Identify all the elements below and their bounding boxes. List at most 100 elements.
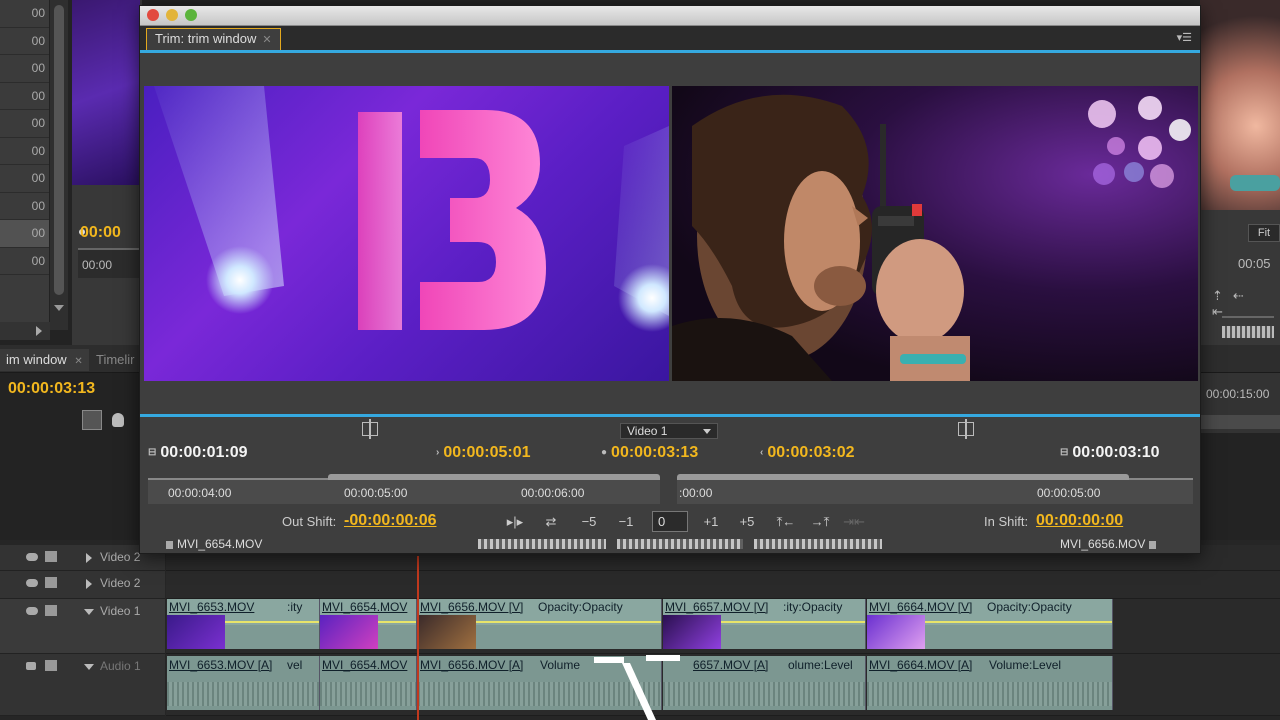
close-icon[interactable]: ✕ — [74, 356, 82, 367]
jog-shuttle-center[interactable] — [617, 539, 743, 549]
in-point-marker-icon[interactable] — [958, 419, 974, 439]
scroll-right-icon[interactable] — [36, 326, 42, 336]
close-window-button[interactable] — [147, 9, 159, 21]
panel-menu-icon[interactable]: ▾☰ — [1177, 31, 1192, 44]
trim-to-out-icon[interactable]: →⤒ — [808, 514, 832, 530]
trim-minus-1-button[interactable]: −1 — [615, 514, 637, 530]
incoming-duration-timecode[interactable]: ⊟ 00:00:03:10 — [1060, 444, 1160, 462]
list-item[interactable]: 00 — [0, 165, 49, 193]
audio-clip[interactable]: MVI_6654.MOV — [320, 656, 417, 710]
source-timecode[interactable]: 00:00 — [80, 224, 121, 242]
clip-effect-label[interactable]: Volume:Level — [989, 658, 1061, 672]
trim-to-in-icon[interactable]: ⤒← — [774, 514, 798, 530]
trim-plus-1-button[interactable]: +1 — [700, 514, 722, 530]
window-titlebar[interactable] — [140, 6, 1200, 26]
film-icon[interactable] — [45, 605, 57, 616]
clip-effect-label[interactable]: Opacity:Opacity — [538, 600, 623, 614]
current-timecode[interactable]: ● 00:00:03:13 — [601, 444, 698, 462]
trim-plus-5-button[interactable]: +5 — [736, 514, 758, 530]
source-time-ruler[interactable]: 00:00 — [78, 248, 140, 278]
minimize-window-button[interactable] — [166, 9, 178, 21]
video-clip[interactable]: MVI_6664.MOV [V] Opacity:Opacity — [867, 599, 1113, 649]
video-clip[interactable]: MVI_6653.MOV :ity — [167, 599, 320, 649]
timeline-playhead[interactable] — [417, 556, 419, 720]
incoming-range-bar[interactable] — [677, 474, 1129, 480]
collapse-icon[interactable] — [84, 664, 94, 670]
tab-trim[interactable]: Trim: trim window ✕ — [146, 28, 281, 50]
film-icon[interactable] — [45, 551, 57, 562]
audio-clip[interactable]: MVI_6653.MOV [A] vel — [167, 656, 320, 710]
timeline-ruler[interactable]: 00:00:15:00 — [1200, 373, 1280, 433]
tab-timeline[interactable]: Timelir — [90, 349, 141, 371]
track-header-video-2[interactable]: Video 2 — [0, 571, 165, 599]
list-item[interactable]: 00 — [0, 248, 49, 275]
eye-icon[interactable] — [26, 579, 38, 587]
video-clip[interactable]: MVI_6657.MOV [V] :ity:Opacity — [663, 599, 866, 649]
list-item[interactable]: 00 — [0, 83, 49, 110]
scrollbar-thumb[interactable] — [54, 5, 64, 295]
outgoing-range-bar[interactable] — [328, 474, 660, 480]
eye-icon[interactable] — [26, 607, 38, 615]
track-header-video-1[interactable]: Video 1 — [0, 599, 165, 654]
clip-effect-label[interactable]: Volume — [540, 658, 580, 672]
list-item[interactable]: 00 — [0, 28, 49, 55]
close-icon[interactable]: ✕ — [262, 30, 271, 50]
list-item[interactable]: 00 — [0, 193, 49, 220]
film-icon[interactable] — [45, 660, 57, 671]
zoom-window-button[interactable] — [185, 9, 197, 21]
program-ruler-label: 00:05 — [1238, 256, 1271, 271]
collapse-icon[interactable] — [84, 609, 94, 615]
eye-icon[interactable] — [26, 553, 38, 561]
trim-minus-5-button[interactable]: −5 — [578, 514, 600, 530]
stage-scene — [154, 86, 669, 332]
loop-icon[interactable]: ⇄ — [540, 514, 562, 530]
out-shift-value[interactable]: -00:00:00:06 — [344, 512, 437, 530]
jog-shuttle-right[interactable] — [754, 539, 882, 549]
list-item[interactable]: 00 — [0, 110, 49, 138]
clip-effect-label[interactable]: vel — [287, 658, 302, 672]
outgoing-time-ruler[interactable]: 00:00:04:00 00:00:05:00 00:00:06:00 — [148, 474, 660, 504]
lightbulb-icon[interactable] — [112, 413, 125, 427]
incoming-clip-frame[interactable] — [672, 86, 1198, 381]
audio-clip[interactable]: MVI_6664.MOV [A] Volume:Level — [867, 656, 1113, 710]
list-item[interactable]: 00 — [0, 55, 49, 83]
tab-label: Trim: trim window — [155, 31, 257, 46]
out-point-marker-icon[interactable] — [362, 419, 378, 439]
track-header-audio-1[interactable]: Audio 1 — [0, 654, 165, 716]
jog-shuttle-left[interactable] — [478, 539, 606, 549]
outgoing-duration-timecode[interactable]: ⊟ 00:00:01:09 — [148, 444, 248, 462]
program-jog-bar[interactable] — [1222, 326, 1274, 338]
list-item[interactable]: 00 — [0, 0, 49, 28]
film-icon[interactable] — [45, 577, 57, 588]
clip-effect-label[interactable]: :ity:Opacity — [783, 600, 842, 614]
incoming-duration-value: 00:00:03:10 — [1072, 444, 1160, 461]
in-point-timecode[interactable]: ‹ 00:00:03:02 — [760, 444, 855, 462]
audio-clip[interactable]: 6657.MOV [A] olume:Level — [663, 656, 866, 710]
horizontal-scrollbar[interactable] — [0, 322, 50, 340]
speaker-icon[interactable] — [26, 662, 36, 670]
list-item-selected[interactable]: 00 — [0, 220, 49, 248]
zoom-fit-dropdown[interactable]: Fit — [1248, 224, 1280, 242]
video-track-select[interactable]: Video 1 — [620, 423, 718, 439]
list-item[interactable]: 00 — [0, 138, 49, 165]
clip-effect-label[interactable]: Opacity:Opacity — [987, 600, 1072, 614]
clip-effect-label[interactable]: olume:Level — [788, 658, 853, 672]
expand-icon[interactable] — [86, 579, 92, 589]
video-clip[interactable]: MVI_6654.MOV — [320, 599, 417, 649]
out-point-timecode[interactable]: › 00:00:05:01 — [436, 444, 531, 462]
track-body-video-2[interactable] — [166, 571, 1280, 599]
clip-effect-label[interactable]: :ity — [287, 600, 302, 614]
timeline-timecode[interactable]: 00:00:03:13 — [8, 380, 95, 398]
project-list-scrollbar[interactable] — [50, 0, 68, 330]
outgoing-clip-frame[interactable] — [144, 86, 669, 381]
play-around-edit-icon[interactable]: ▸|▸ — [503, 514, 527, 530]
trim-offset-input[interactable]: 0 — [652, 511, 688, 532]
incoming-time-ruler[interactable]: :00:00 00:00:05:00 — [677, 474, 1193, 504]
scroll-down-icon[interactable] — [54, 305, 64, 311]
expand-icon[interactable] — [86, 553, 92, 563]
tab-trim-window[interactable]: im window ✕ — [0, 349, 89, 371]
snap-icon[interactable] — [82, 410, 102, 430]
in-shift-value[interactable]: 00:00:00:00 — [1036, 512, 1123, 530]
work-area-bar[interactable] — [1200, 415, 1280, 429]
video-clip[interactable]: MVI_6656.MOV [V] Opacity:Opacity — [418, 599, 662, 649]
